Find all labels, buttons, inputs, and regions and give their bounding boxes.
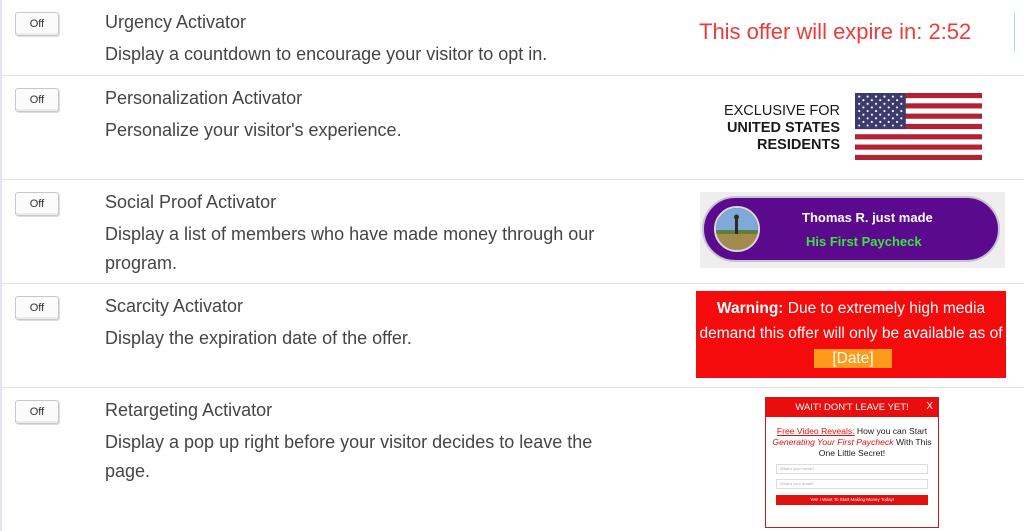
retargeting-popup-preview: WAIT! DON'T LEAVE YET! X Free Video Reve… xyxy=(765,397,939,528)
flag-star xyxy=(891,102,894,105)
flag-star xyxy=(870,99,873,102)
member-avatar xyxy=(714,206,760,252)
warning-label: Warning: xyxy=(716,300,784,317)
activator-row-urgency: Off Urgency Activator Display a countdow… xyxy=(2,0,1024,76)
flag-star xyxy=(900,124,903,127)
flag-star xyxy=(870,120,873,124)
flag-star xyxy=(858,117,861,120)
flag-star xyxy=(900,102,903,105)
flag-star xyxy=(896,120,899,124)
flag-star xyxy=(858,95,861,98)
flag-star xyxy=(887,106,890,109)
urgency-toggle[interactable]: Off xyxy=(15,12,59,36)
flag-star xyxy=(887,113,890,116)
social-proof-name: Thomas R. just made xyxy=(802,210,933,225)
social-proof-preview: Thomas R. just made His First Paycheck xyxy=(700,192,1005,268)
preview-line: EXCLUSIVE FOR xyxy=(723,103,840,119)
preview-line: UNITED STATES xyxy=(726,120,840,136)
activator-title: Urgency Activator xyxy=(105,12,247,32)
activator-row-personalization: Off Personalization Activator Personaliz… xyxy=(2,76,1024,180)
flag-star xyxy=(891,124,894,127)
flag-star xyxy=(862,106,865,109)
flag-star xyxy=(862,120,865,124)
popup-emphasis: Generating Your First Paycheck xyxy=(772,437,894,447)
preview-line: RESIDENTS xyxy=(757,137,840,153)
activator-description: Personalize your visitor's experience. xyxy=(105,120,402,140)
flag-star xyxy=(874,117,878,120)
flag-star xyxy=(874,110,878,113)
activator-row-social-proof: Off Social Proof Activator Display a lis… xyxy=(2,180,1024,284)
popup-email-field: What's your email? xyxy=(776,479,928,489)
us-flag-icon xyxy=(855,93,982,160)
scarcity-toggle[interactable]: Off xyxy=(15,296,59,320)
flag-star xyxy=(879,106,882,109)
activator-description: Display a pop up right before your visit… xyxy=(105,432,593,481)
retargeting-toggle[interactable]: Off xyxy=(15,400,59,424)
flag-star xyxy=(879,99,882,102)
flag-star xyxy=(862,99,865,102)
flag-star xyxy=(858,102,861,105)
popup-title: WAIT! DON'T LEAVE YET! xyxy=(795,402,909,413)
flag-star xyxy=(858,110,861,113)
flag-star xyxy=(862,113,865,116)
flag-star xyxy=(866,124,869,127)
popup-name-field: What's your name? xyxy=(776,464,928,474)
activator-title: Personalization Activator xyxy=(105,88,303,108)
flag-star xyxy=(883,124,886,127)
date-placeholder: [Date] xyxy=(814,349,892,368)
flag-star xyxy=(866,102,869,105)
flag-star xyxy=(891,95,894,98)
activator-description: Display the expiration date of the offer… xyxy=(105,328,412,348)
activator-title: Social Proof Activator xyxy=(105,192,277,212)
flag-star xyxy=(896,106,899,109)
flag-star xyxy=(870,106,873,109)
flag-star xyxy=(874,102,878,105)
personalization-preview-text: EXCLUSIVE FOR UNITED STATES RESIDENTS xyxy=(702,103,840,154)
flag-star xyxy=(891,117,894,120)
flag-star xyxy=(900,95,903,98)
flag-star xyxy=(874,95,878,98)
flag-star xyxy=(866,117,869,120)
activator-description: Display a list of members who have made … xyxy=(105,224,595,273)
activator-description: Display a countdown to encourage your vi… xyxy=(105,44,548,64)
flag-star xyxy=(883,95,886,98)
flag-star xyxy=(887,99,890,102)
flag-star xyxy=(883,102,886,105)
activator-row-retargeting: Off Retargeting Activator Display a pop … xyxy=(2,388,1024,530)
activator-title: Retargeting Activator xyxy=(105,400,273,420)
social-proof-pill: Thomas R. just made His First Paycheck xyxy=(702,196,1000,262)
flag-star xyxy=(896,113,899,116)
personalization-toggle[interactable]: Off xyxy=(15,88,59,112)
flag-star xyxy=(900,110,903,113)
flag-star xyxy=(858,124,861,127)
activator-row-scarcity: Off Scarcity Activator Display the expir… xyxy=(2,284,1024,388)
popup-body: Free Video Reveals: How you can Start Ge… xyxy=(766,417,938,459)
popup-text: How you can Start xyxy=(854,426,928,436)
popup-lead: Free Video Reveals: xyxy=(776,426,855,436)
popup-header: WAIT! DON'T LEAVE YET! X xyxy=(766,398,938,417)
flag-star xyxy=(891,110,894,113)
urgency-preview: This offer will expire in: 2:52 xyxy=(699,19,972,44)
flag-star xyxy=(874,124,878,127)
flag-star xyxy=(887,120,890,124)
close-icon: X xyxy=(926,401,933,412)
flag-star xyxy=(879,120,882,124)
popup-submit-button: Yes! I Want To Start Making Money Today! xyxy=(776,495,928,505)
flag-star xyxy=(883,110,886,113)
flag-star xyxy=(900,117,903,120)
social-proof-achievement: His First Paycheck xyxy=(806,234,922,249)
text-cursor xyxy=(1014,12,1015,52)
flag-star xyxy=(883,117,886,120)
flag-star xyxy=(866,95,869,98)
social-proof-toggle[interactable]: Off xyxy=(15,192,59,216)
flag-star xyxy=(870,113,873,116)
activator-title: Scarcity Activator xyxy=(105,296,244,316)
flag-star xyxy=(896,99,899,102)
scarcity-preview: Warning: Due to extremely high media dem… xyxy=(696,291,1006,378)
flag-star xyxy=(866,110,869,113)
flag-star xyxy=(879,113,882,116)
